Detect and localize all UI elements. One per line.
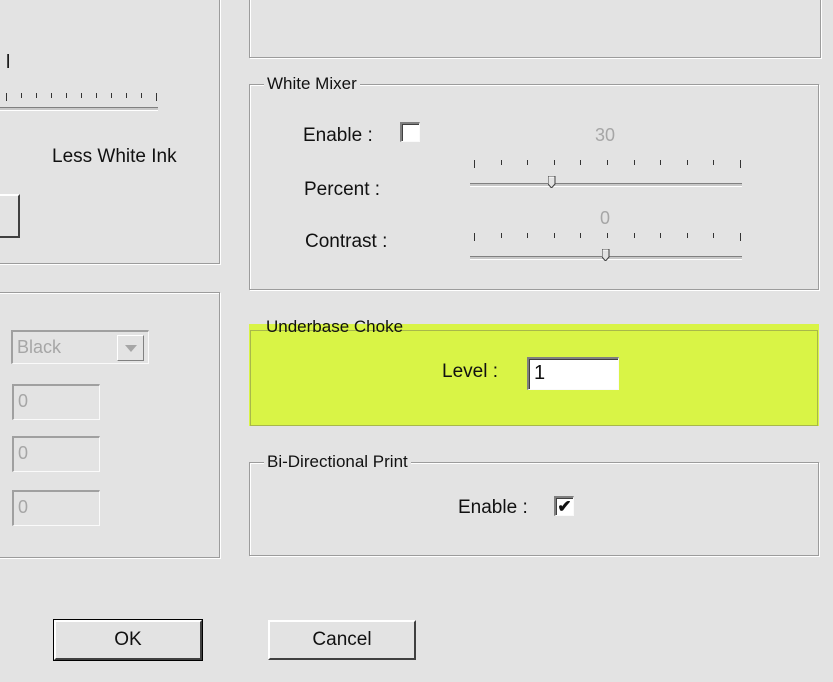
white-mixer-enable-checkbox[interactable] [400, 122, 420, 142]
left-slider-tick [111, 93, 112, 98]
percent-slider-tick [500, 160, 502, 165]
left-slider-tick [66, 93, 67, 98]
contrast-slider-tick [713, 233, 715, 238]
left-slider-tick [21, 93, 22, 98]
contrast-slider-tick [500, 233, 502, 238]
cancel-button[interactable]: Cancel [268, 620, 416, 660]
contrast-slider-tick [660, 233, 662, 238]
percent-value-label: 30 [595, 125, 616, 145]
bidirectional-print-group: Bi-Directional Print [249, 452, 819, 556]
left-partial-label: l [6, 52, 11, 73]
left-group-top [0, 0, 220, 264]
ok-button-label: OK [114, 629, 142, 650]
contrast-label: Contrast : [305, 231, 388, 252]
contrast-slider-thumb[interactable] [601, 248, 610, 262]
contrast-slider-tick [474, 233, 475, 241]
left-slider-tick [141, 93, 142, 98]
bidirectional-enable-checkbox[interactable]: ✔ [554, 496, 574, 516]
less-white-ink-label: Less White Ink [52, 146, 177, 167]
percent-slider-tick [686, 160, 688, 165]
level-input[interactable]: 1 [527, 357, 619, 390]
percent-slider-tick [660, 160, 662, 165]
contrast-value-label: 0 [600, 208, 611, 228]
left-slider[interactable] [0, 80, 165, 116]
left-slider-tick [126, 93, 127, 98]
level-label: Level : [442, 361, 498, 382]
percent-slider-tick [607, 160, 608, 165]
bidirectional-print-legend: Bi-Directional Print [264, 452, 411, 472]
chevron-down-icon [124, 344, 137, 352]
white-mixer-enable-label: Enable : [303, 125, 373, 146]
left-slider-track [0, 107, 158, 111]
contrast-slider-tick [527, 233, 529, 238]
left-slider-tick [51, 93, 52, 98]
color-select-value: Black [17, 337, 62, 357]
color-select[interactable]: Black [11, 330, 149, 364]
contrast-slider-tick [686, 233, 688, 238]
left-partial-button[interactable] [0, 194, 20, 238]
left-slider-tick [6, 93, 7, 101]
contrast-slider-tick [607, 233, 608, 238]
contrast-slider-tick [633, 233, 635, 238]
left-slider-tick [96, 93, 97, 98]
contrast-slider-tick [740, 233, 741, 241]
percent-label: Percent : [304, 179, 381, 200]
percent-slider-tick [474, 160, 475, 168]
percent-slider-track [470, 183, 742, 187]
percent-slider-tick [527, 160, 529, 165]
left-slider-tick [36, 93, 37, 98]
white-mixer-legend: White Mixer [264, 74, 360, 94]
ok-button[interactable]: OK [53, 619, 203, 661]
left-field-2[interactable]: 0 [12, 436, 100, 472]
bidirectional-enable-label: Enable : [458, 497, 528, 518]
cancel-button-label: Cancel [312, 629, 372, 650]
dropdown-button[interactable] [117, 335, 144, 361]
contrast-slider[interactable] [468, 228, 748, 264]
percent-slider-thumb[interactable] [547, 175, 556, 189]
percent-slider-tick [553, 160, 555, 165]
underbase-choke-legend: Underbase Choke [266, 317, 404, 336]
percent-slider-tick [580, 160, 582, 165]
percent-slider-tick [740, 160, 741, 168]
top-right-group [249, 0, 821, 58]
percent-slider-tick [713, 160, 715, 165]
contrast-slider-tick [580, 233, 582, 238]
left-field-1[interactable]: 0 [12, 384, 100, 420]
left-slider-tick [81, 93, 82, 98]
checkmark-icon: ✔ [557, 497, 572, 516]
left-slider-tick [156, 93, 157, 101]
contrast-slider-tick [553, 233, 555, 238]
percent-slider[interactable] [468, 155, 748, 191]
percent-slider-tick [633, 160, 635, 165]
left-field-3[interactable]: 0 [12, 490, 100, 526]
